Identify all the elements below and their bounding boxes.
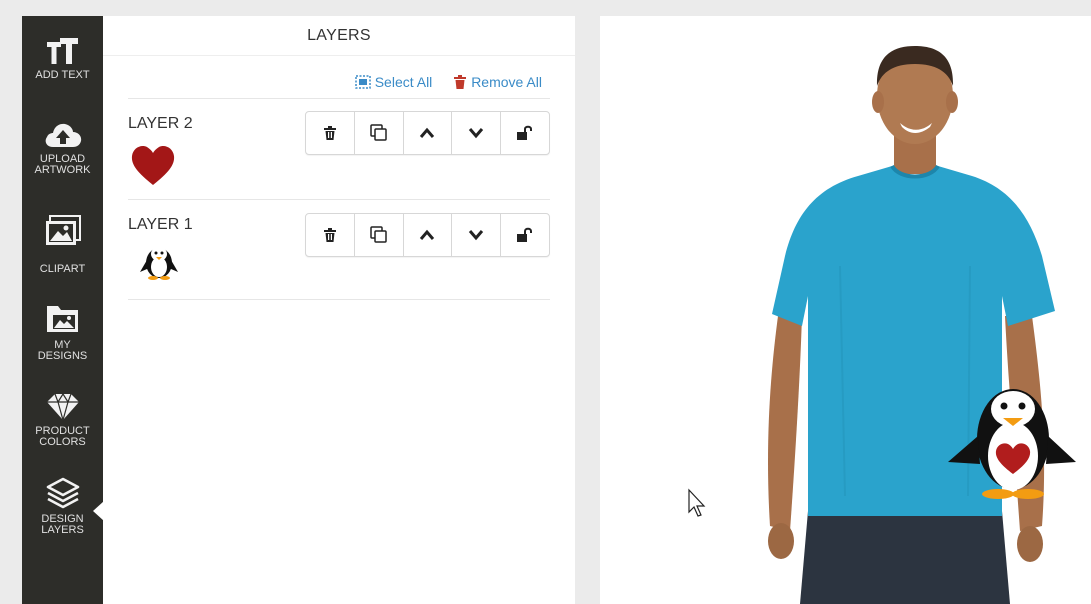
lock-layer-button[interactable] [501,214,549,256]
heart-thumbnail [131,146,175,185]
duplicate-layer-button[interactable] [355,112,404,154]
remove-all-link[interactable]: Remove All [454,74,542,90]
divider [128,98,550,99]
cloud-upload-icon [45,123,81,147]
sidebar-item-my-designs[interactable]: MY DESIGNS [22,302,103,362]
image-icon [45,215,81,245]
trash-icon [323,228,336,242]
sidebar-item-add-text[interactable]: ADD TEXT [22,36,103,81]
sidebar-item-clipart[interactable]: CLIPART [22,214,103,275]
sidebar-item-label: MY DESIGNS [37,339,88,362]
unlock-icon [517,125,533,140]
chevron-up-icon [420,229,435,240]
chevron-up-icon [420,127,435,138]
delete-layer-button[interactable] [306,112,355,154]
trash-icon [323,126,336,140]
folder-image-icon [46,306,78,332]
penguin-thumbnail [140,247,178,280]
sidebar-item-label: ADD TEXT [35,69,90,81]
copy-icon [369,226,387,243]
sidebar-item-label: CLIPART [39,263,86,275]
mouse-cursor [688,488,706,517]
chevron-down-icon [469,230,484,241]
trash-icon [454,75,467,89]
select-all-icon [354,75,371,89]
sidebar-item-label: PRODUCT COLORS [35,425,90,448]
delete-layer-button[interactable] [306,214,355,256]
copy-icon [369,124,387,141]
remove-all-label: Remove All [471,74,542,90]
design-canvas[interactable] [600,16,1091,604]
move-layer-up-button[interactable] [404,214,453,256]
layer-actions: Select All Remove All [354,74,542,92]
move-layer-down-button[interactable] [452,214,502,256]
sidebar-item-upload-artwork[interactable]: UPLOAD ARTWORK [22,120,103,176]
layers-icon [46,477,79,509]
sidebar-item-label: DESIGN LAYERS [41,513,84,536]
tshirt-model-image [688,46,1076,604]
sidebar-item-label: UPLOAD ARTWORK [34,153,91,176]
divider [103,55,575,56]
layer-button-group [305,213,550,257]
lock-layer-button[interactable] [501,112,549,154]
select-all-link[interactable]: Select All [354,74,433,90]
sidebar-item-product-colors[interactable]: PRODUCT COLORS [22,392,103,448]
layer-name: LAYER 1 [128,216,193,233]
layers-panel: LAYERS Select All Remove All LAYER 2 LAY… [103,16,575,604]
layer-button-group [305,111,550,155]
panel-title: LAYERS [307,27,371,44]
sidebar-item-design-layers[interactable]: DESIGN LAYERS [22,476,103,536]
move-layer-down-button[interactable] [452,112,502,154]
tool-sidebar: ADD TEXT UPLOAD ARTWORK CLIPART MY DESIG… [22,16,104,604]
divider [128,199,550,200]
select-all-label: Select All [374,74,433,90]
diamond-icon [46,392,79,422]
divider [128,299,550,300]
unlock-icon [517,227,533,242]
layer-name: LAYER 2 [128,115,193,132]
chevron-down-icon [469,128,484,139]
move-layer-up-button[interactable] [404,112,453,154]
duplicate-layer-button[interactable] [355,214,404,256]
text-size-icon [46,38,78,64]
